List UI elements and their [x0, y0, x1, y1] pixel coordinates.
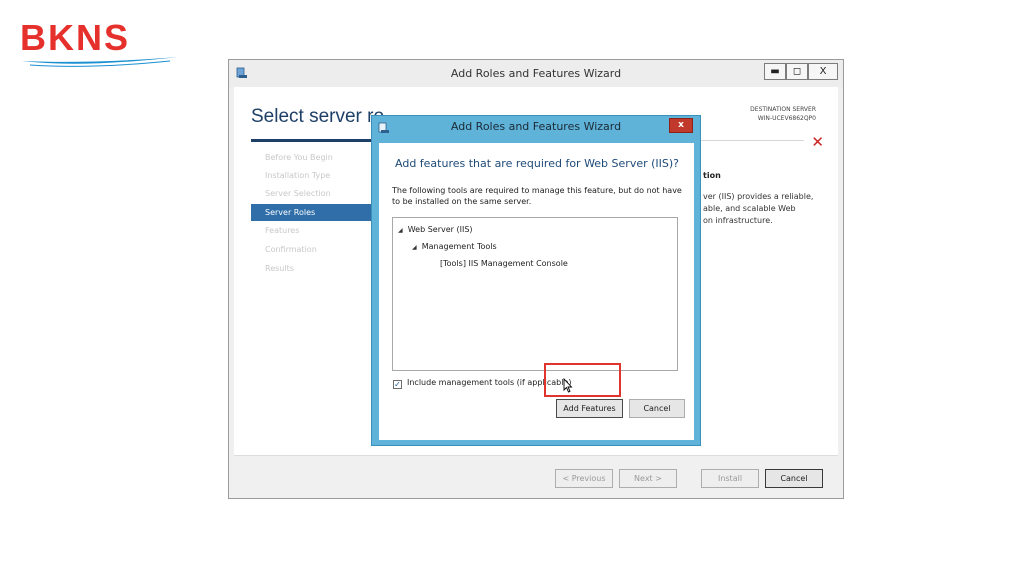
destination-server-name: WIN-UCEV6862QP0 — [757, 115, 816, 122]
description-heading: tion — [703, 171, 721, 180]
description-text: ver (IIS) provides a reliable, able, and… — [703, 191, 823, 227]
title-underline — [251, 139, 374, 142]
install-button[interactable]: Install — [701, 469, 759, 488]
nav-item-confirmation[interactable]: Confirmation — [251, 241, 371, 258]
include-tools-checkbox[interactable]: ✓ — [393, 380, 402, 389]
add-features-highlight — [544, 363, 621, 397]
maximize-button[interactable]: ◻ — [786, 63, 808, 80]
tree-item-web-server[interactable]: ◢ Web Server (IIS) — [398, 225, 473, 236]
add-features-dialog: Add Roles and Features Wizard x Add feat… — [371, 115, 701, 446]
dialog-title: Add Roles and Features Wizard — [450, 120, 622, 133]
tree-item-iis-management-console[interactable]: [Tools] IIS Management Console — [440, 259, 568, 269]
window-close-button[interactable]: X — [808, 63, 838, 80]
nav-item-results[interactable]: Results — [251, 260, 371, 277]
destination-server-info: DESTINATION SERVER WIN-UCEV6862QP0 — [750, 105, 816, 123]
description-line: able, and scalable Web — [703, 204, 796, 213]
expand-triangle-icon[interactable]: ◢ — [412, 244, 417, 251]
mouse-pointer-icon — [563, 378, 573, 393]
nav-item-installation-type[interactable]: Installation Type — [251, 167, 371, 184]
add-features-button[interactable]: Add Features — [556, 399, 623, 418]
dialog-body: Add features that are required for Web S… — [379, 143, 694, 440]
tree-item-label: Web Server (IIS) — [407, 225, 473, 234]
nav-item-before-you-begin[interactable]: Before You Begin — [251, 149, 371, 166]
window-titlebar[interactable]: Add Roles and Features Wizard ▬ ◻ X — [229, 60, 843, 87]
error-x-icon: ✕ — [811, 133, 824, 151]
description-line: on infrastructure. — [703, 216, 773, 225]
nav-item-features[interactable]: Features — [251, 222, 371, 239]
bkns-logo: BKNS — [20, 18, 180, 68]
dialog-heading: Add features that are required for Web S… — [395, 157, 680, 170]
logo-swoosh-icon — [22, 57, 178, 67]
dialog-close-button[interactable]: x — [669, 118, 693, 133]
dialog-description: The following tools are required to mana… — [392, 186, 682, 206]
features-tree[interactable]: ◢ Web Server (IIS) ◢ Management Tools [T… — [392, 217, 678, 371]
destination-label: DESTINATION SERVER — [750, 106, 816, 113]
minimize-button[interactable]: ▬ — [764, 63, 786, 80]
expand-triangle-icon[interactable]: ◢ — [398, 227, 403, 234]
tree-item-label: Management Tools — [421, 242, 497, 251]
tree-item-management-tools[interactable]: ◢ Management Tools — [412, 242, 497, 253]
dialog-cancel-button[interactable]: Cancel — [629, 399, 685, 418]
page-title: Select server ro — [251, 106, 385, 127]
previous-button[interactable]: < Previous — [555, 469, 613, 488]
next-button[interactable]: Next > — [619, 469, 677, 488]
nav-item-server-selection[interactable]: Server Selection — [251, 185, 371, 202]
logo-text: BKNS — [20, 17, 131, 58]
nav-item-server-roles[interactable]: Server Roles — [251, 204, 371, 221]
wizard-cancel-button[interactable]: Cancel — [765, 469, 823, 488]
wizard-button-bar: < Previous Next > Install Cancel — [234, 455, 838, 496]
description-line: ver (IIS) provides a reliable, — [703, 192, 814, 201]
window-title: Add Roles and Features Wizard — [450, 67, 622, 80]
